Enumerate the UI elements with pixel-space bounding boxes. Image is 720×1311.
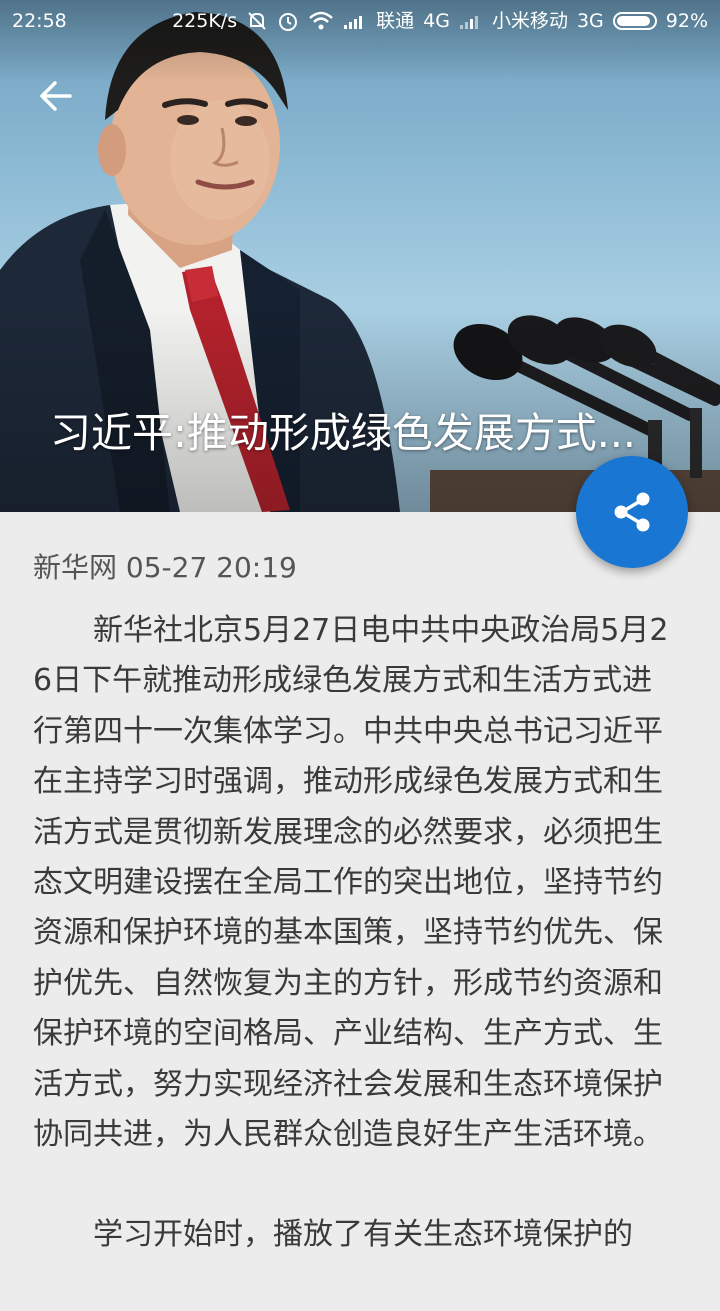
- share-icon: [614, 492, 650, 532]
- article-paragraph: 学习开始时，播放了有关生态环境保护的: [93, 1217, 633, 1253]
- article-body: 新华社北京5月27日电中共中央政治局5月26日下午就推动形成绿色发展方式和生活方…: [33, 606, 678, 1311]
- battery-level: [616, 16, 650, 26]
- wifi-icon: [308, 10, 334, 32]
- alarm-icon: [277, 10, 299, 32]
- back-button[interactable]: [30, 70, 82, 122]
- signal-icon: [459, 12, 483, 30]
- battery-icon: [612, 12, 657, 30]
- mute-icon: [246, 10, 268, 32]
- battery-percent: 92%: [665, 10, 708, 32]
- network-2: 3G: [576, 10, 604, 32]
- net-speed: 225K/s: [172, 10, 238, 32]
- carrier-1: 联通: [376, 10, 415, 32]
- share-button[interactable]: [576, 456, 688, 568]
- signal-icon: [343, 12, 367, 30]
- arrow-back-icon: [40, 81, 72, 111]
- article-title: 习近平:推动形成绿色发展方式...: [50, 409, 636, 457]
- carrier-2: 小米移动: [491, 10, 568, 32]
- article-paragraph: 新华社北京5月27日电中共中央政治局5月26日下午就推动形成绿色发展方式和生活方…: [33, 613, 669, 1153]
- status-right: 225K/s 联通 4G 小米移动 3G 92%: [172, 0, 708, 42]
- status-time: 22:58: [12, 10, 67, 32]
- network-1: 4G: [423, 10, 450, 32]
- status-bar: 22:58 225K/s 联通 4G 小米移动 3G 92%: [0, 0, 720, 42]
- article-source-time: 新华网 05-27 20:19: [33, 551, 297, 584]
